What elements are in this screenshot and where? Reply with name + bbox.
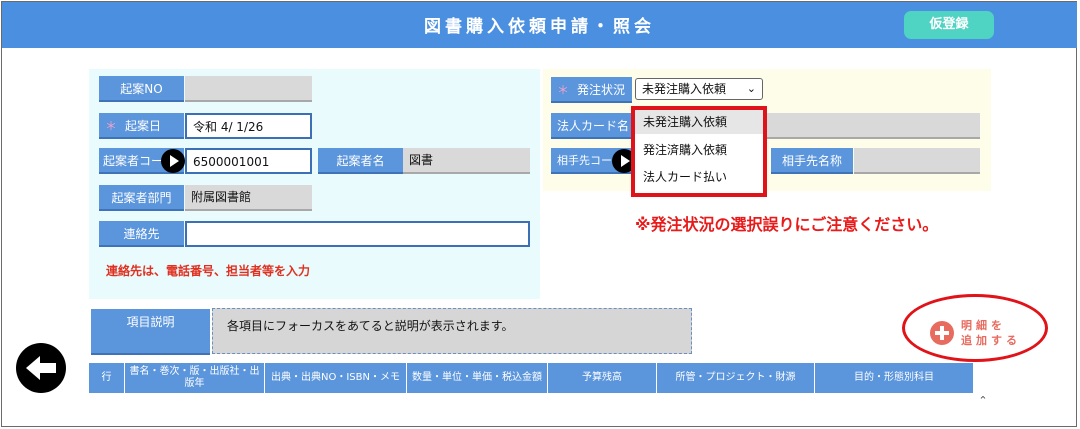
table-header-row-no: 行	[89, 363, 125, 393]
order-status-label: ＊ 発注状況	[551, 77, 632, 103]
scroll-up-arrow-icon[interactable]: ⌃	[975, 394, 991, 412]
kiansha-dept-label: 起案者部門	[99, 185, 184, 211]
kiansha-code-input[interactable]: 6500001001	[185, 148, 312, 174]
play-icon[interactable]	[161, 149, 185, 173]
contact-input[interactable]	[185, 221, 530, 247]
help-label: 項目説明	[91, 309, 210, 355]
corp-card-field	[766, 113, 980, 139]
table-header-source: 出典・出典NO・ISBN・メモ	[265, 363, 407, 393]
kian-date-label-text: 起案日	[125, 119, 162, 133]
plus-circle-icon[interactable]	[930, 321, 954, 345]
kiansha-name-label: 起案者名	[318, 148, 403, 174]
contact-label: 連絡先	[99, 221, 184, 247]
table-header-budget: 予算残高	[548, 363, 657, 393]
order-status-label-text: 発注状況	[577, 83, 626, 97]
kian-date-label: ＊ 起案日	[99, 113, 184, 139]
kiansha-dept-field: 附属図書館	[185, 185, 312, 211]
kari-register-button[interactable]: 仮登録	[904, 11, 994, 39]
kian-no-label: 起案NO	[99, 76, 184, 102]
add-detail-line1: 明細を	[961, 319, 1006, 332]
page-header: 図書購入依頼申請・照会 仮登録	[2, 2, 1077, 48]
help-text-box: 各項目にフォーカスをあてると説明が表示されます。	[212, 308, 692, 354]
partner-name-field	[854, 148, 980, 174]
chevron-down-icon: ⌄	[746, 82, 756, 95]
order-status-dropdown: 未発注購入依頼 発注済購入依頼 法人カード払い	[631, 106, 767, 197]
dropdown-option[interactable]: 法人カード払い	[635, 165, 763, 189]
back-arrow-icon[interactable]	[16, 343, 66, 393]
order-status-selected: 未発注購入依頼	[642, 82, 727, 96]
partner-name-label: 相手先名称	[771, 148, 853, 174]
order-status-warning: ※発注状況の選択誤りにご注意ください。	[635, 215, 939, 234]
kiansha-name-field: 図書	[403, 148, 530, 174]
required-mark: ＊	[105, 119, 118, 133]
contact-note: 連絡先は、電話番号、担当者等を入力	[106, 264, 311, 278]
table-header-project: 所管・プロジェクト・財源	[657, 363, 815, 393]
table-header-purpose: 目的・形態別科目	[815, 363, 973, 393]
dropdown-option[interactable]: 発注済購入依頼	[635, 138, 763, 162]
required-mark: ＊	[557, 83, 570, 97]
add-detail-line2: 追加する	[961, 334, 1021, 347]
dropdown-option[interactable]: 未発注購入依頼	[635, 110, 763, 134]
corp-card-label: 法人カード名	[551, 113, 632, 139]
kian-no-field	[185, 76, 312, 102]
table-header-quantity: 数量・単位・単価・税込金額	[407, 363, 548, 393]
add-detail-button[interactable]: 明細を 追加する	[961, 318, 1021, 348]
kian-date-input[interactable]: 令和 4/ 1/26	[185, 113, 312, 139]
order-status-select[interactable]: 未発注購入依頼 ⌄	[635, 78, 763, 100]
table-header-title: 書名・巻次・版・出版社・出版年	[125, 363, 265, 393]
